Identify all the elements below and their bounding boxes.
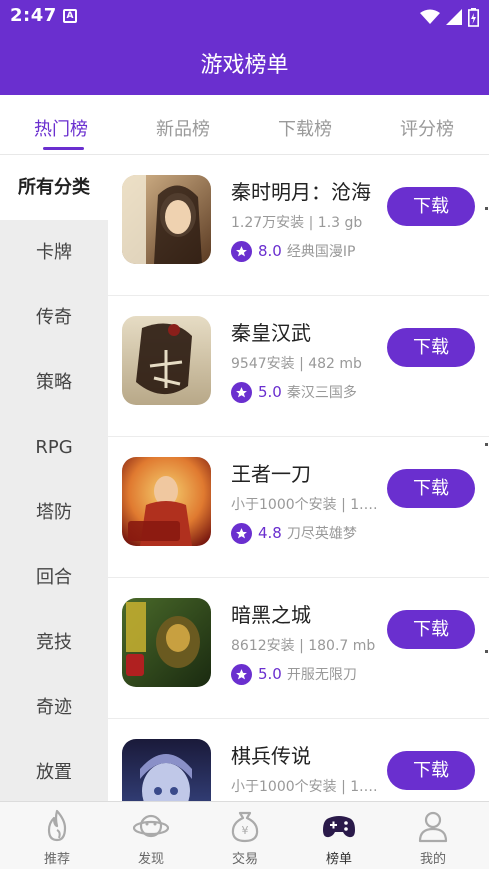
nav-label: 推荐 bbox=[43, 852, 70, 867]
game-thumbnail[interactable] bbox=[122, 739, 211, 801]
nav-label: 我的 bbox=[419, 852, 446, 867]
user-icon bbox=[418, 811, 448, 843]
tab-rating[interactable]: 评分榜 bbox=[366, 115, 488, 141]
game-rating: 4.8 刀尽英雄梦 bbox=[231, 522, 379, 544]
star-icon bbox=[231, 381, 252, 403]
download-button[interactable]: 下载 bbox=[387, 328, 475, 367]
tab-new[interactable]: 新品榜 bbox=[122, 115, 244, 141]
category-legend[interactable]: 传奇 bbox=[0, 285, 108, 350]
ranking-tabs: 热门榜 新品榜 下载榜 评分榜 bbox=[0, 95, 489, 155]
rating-score: 5.0 bbox=[258, 383, 282, 401]
edge-mark bbox=[485, 443, 488, 446]
game-rating: 5.0 开服无限刀 bbox=[231, 663, 379, 685]
status-time: 2:47 bbox=[10, 5, 57, 26]
category-arena[interactable]: 竞技 bbox=[0, 610, 108, 675]
game-meta: 小于1000个安装 | 1.1 gb bbox=[231, 497, 379, 513]
nav-label: 交易 bbox=[231, 852, 258, 867]
category-miracle[interactable]: 奇迹 bbox=[0, 675, 108, 740]
category-strategy[interactable]: 策略 bbox=[0, 350, 108, 415]
star-icon bbox=[231, 522, 252, 544]
game-rating: 5.0 秦汉三国多 bbox=[231, 381, 379, 403]
signal-icon bbox=[446, 9, 462, 25]
list-item[interactable]: 暗黑之城 8612安装 | 180.7 mb 5.0 开服无限刀 下载 bbox=[108, 578, 489, 719]
rating-score: 5.0 bbox=[258, 665, 282, 683]
nav-trade[interactable]: ¥ 交易 bbox=[198, 802, 292, 869]
game-meta: 小于1000个安装 | 1.0 gb bbox=[231, 779, 379, 795]
game-thumbnail[interactable] bbox=[122, 457, 211, 546]
notification-icon: A bbox=[63, 9, 77, 23]
game-name[interactable]: 秦皇汉武 bbox=[231, 317, 386, 346]
game-tagline: 开服无限刀 bbox=[286, 667, 357, 683]
nav-label: 发现 bbox=[137, 852, 164, 867]
nav-mine[interactable]: 我的 bbox=[386, 802, 480, 869]
rating-score: 4.8 bbox=[258, 524, 282, 542]
game-thumbnail[interactable] bbox=[122, 598, 211, 687]
download-button[interactable]: 下载 bbox=[387, 187, 475, 226]
tab-download[interactable]: 下载榜 bbox=[244, 115, 366, 141]
game-rating: 8.0 经典国漫IP bbox=[231, 240, 379, 262]
game-meta: 8612安装 | 180.7 mb bbox=[231, 638, 376, 654]
svg-text:¥: ¥ bbox=[242, 824, 249, 837]
download-button[interactable]: 下载 bbox=[387, 751, 475, 790]
category-tower-defense[interactable]: 塔防 bbox=[0, 480, 108, 545]
flame-icon bbox=[47, 809, 67, 842]
status-bar: 2:47 A bbox=[0, 0, 489, 34]
category-rpg[interactable]: RPG bbox=[0, 415, 108, 480]
category-idle[interactable]: 放置 bbox=[0, 740, 108, 801]
list-item[interactable]: 王者一刀 小于1000个安装 | 1.1 gb 4.8 刀尽英雄梦 下载 bbox=[108, 437, 489, 578]
bottom-nav: 推荐 发现 ¥ 交易 榜单 我的 bbox=[0, 801, 489, 869]
game-name[interactable]: 王者一刀 bbox=[231, 458, 386, 487]
category-turn-based[interactable]: 回合 bbox=[0, 545, 108, 610]
game-meta: 1.27万安装 | 1.3 gb bbox=[231, 215, 363, 231]
nav-ranking[interactable]: 榜单 bbox=[292, 802, 386, 869]
nav-label: 榜单 bbox=[325, 852, 352, 867]
edge-mark bbox=[485, 207, 488, 210]
wifi-icon bbox=[420, 9, 440, 24]
game-tagline: 经典国漫IP bbox=[286, 244, 356, 260]
game-tagline: 刀尽英雄梦 bbox=[286, 526, 357, 542]
download-button[interactable]: 下载 bbox=[387, 610, 475, 649]
list-item[interactable]: 棋兵传说 小于1000个安装 | 1.0 gb 下载 bbox=[108, 719, 489, 801]
app-header: 游戏榜单 bbox=[0, 34, 489, 95]
game-thumbnail[interactable] bbox=[122, 175, 211, 264]
tab-active-indicator bbox=[43, 147, 84, 150]
nav-recommend[interactable]: 推荐 bbox=[10, 802, 104, 869]
game-list: 秦时明月：沧海 1.27万安装 | 1.3 gb 8.0 经典国漫IP 下载 秦… bbox=[108, 155, 489, 801]
battery-icon bbox=[468, 7, 479, 27]
download-button[interactable]: 下载 bbox=[387, 469, 475, 508]
category-all[interactable]: 所有分类 bbox=[0, 155, 108, 220]
list-item[interactable]: 秦皇汉武 9547安装 | 482 mb 5.0 秦汉三国多 下载 bbox=[108, 296, 489, 437]
game-name[interactable]: 暗黑之城 bbox=[231, 599, 386, 628]
nav-discover[interactable]: 发现 bbox=[104, 802, 198, 869]
tab-hot[interactable]: 热门榜 bbox=[0, 115, 122, 141]
category-sidebar: 所有分类 卡牌 传奇 策略 RPG 塔防 回合 竞技 奇迹 放置 bbox=[0, 155, 108, 801]
game-meta: 9547安装 | 482 mb bbox=[231, 356, 362, 372]
star-icon bbox=[231, 240, 252, 262]
game-name[interactable]: 秦时明月：沧海 bbox=[231, 176, 386, 205]
status-icons bbox=[420, 7, 479, 27]
list-item[interactable]: 秦时明月：沧海 1.27万安装 | 1.3 gb 8.0 经典国漫IP 下载 bbox=[108, 155, 489, 296]
page-title: 游戏榜单 bbox=[200, 53, 289, 78]
money-bag-icon: ¥ bbox=[231, 811, 259, 843]
category-card[interactable]: 卡牌 bbox=[0, 220, 108, 285]
gamepad-icon bbox=[323, 816, 355, 838]
game-thumbnail[interactable] bbox=[122, 316, 211, 405]
planet-icon bbox=[133, 814, 169, 838]
edge-mark bbox=[485, 650, 488, 653]
game-tagline: 秦汉三国多 bbox=[286, 385, 357, 401]
game-name[interactable]: 棋兵传说 bbox=[231, 740, 386, 769]
star-icon bbox=[231, 663, 252, 685]
rating-score: 8.0 bbox=[258, 242, 282, 260]
